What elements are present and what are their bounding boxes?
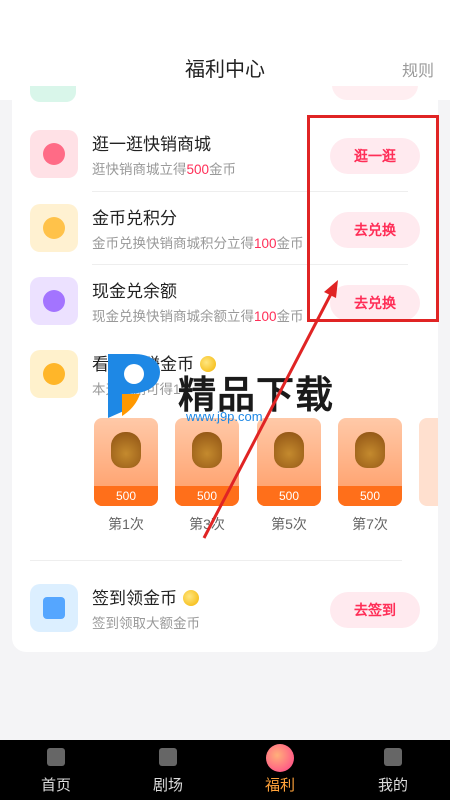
reward-amount: 500 [175,486,239,506]
coin-bag-card: 500 [338,418,402,506]
checkin-button[interactable]: 去签到 [330,592,420,628]
divider [30,560,402,561]
task-title: 逛一逛快销商城 [92,135,211,154]
profile-icon [384,748,402,766]
tab-theater[interactable]: 剧场 [128,740,208,800]
tab-label: 剧场 [152,777,183,794]
page-title: 福利中心 [185,59,265,81]
tab-welfare[interactable]: 福利 [240,740,320,800]
task-title: 签到领金币 [92,584,199,609]
coin-bag-card: 500 [257,418,321,506]
reward-milestones: 500 第1次 500 第3次 500 第5次 500 第7次 [94,418,438,538]
reward-amount: 500 [257,486,321,506]
rules-link[interactable]: 规则 [402,57,434,81]
tab-label: 福利 [264,777,295,794]
tab-label: 首页 [40,777,71,794]
cash-balance-icon [30,277,78,325]
coin-bag-card: 500 [94,418,158,506]
coin-bag-icon [111,432,141,468]
task-title: 金币兑积分 [92,209,177,228]
reward-label: 第7次 [352,516,388,532]
watermark-url: www.j9p.com [186,409,263,424]
coin-icon [183,590,199,606]
task-title: 现金兑余额 [92,282,177,301]
tab-profile[interactable]: 我的 [353,740,433,800]
home-icon [47,748,65,766]
bottom-tab-bar: 首页 剧场 福利 我的 [0,740,450,800]
coin-bag-card: 500 [175,418,239,506]
theater-icon [159,748,177,766]
reward-label: 第3次 [189,516,225,532]
tab-label: 我的 [377,777,408,794]
reward-milestone-1[interactable]: 500 第1次 [94,418,158,534]
calendar-icon [30,584,78,632]
reward-milestone-7[interactable]: 500 第7次 [338,418,402,534]
reward-label: 第1次 [108,516,144,532]
reward-amount: 500 [338,486,402,506]
partial-task-icon [30,86,76,102]
header-bar: 福利中心 规则 [0,0,450,100]
tab-home[interactable]: 首页 [16,740,96,800]
watermark-logo [108,354,160,418]
task-row-checkin: 签到领金币 签到领取大额金币 去签到 [12,570,438,642]
task-subtitle: 现金兑换快销商城余额立得100金币 [92,309,304,324]
reward-milestone-5[interactable]: 500 第5次 [257,418,321,534]
task-subtitle: 签到领取大额金币 [92,616,200,631]
coin-bag-icon [355,432,385,468]
reward-label: 第5次 [271,516,307,532]
reward-milestone-next-partial [419,418,438,506]
coin-bag-icon [274,432,304,468]
partially-visible-task-row [12,86,438,108]
welfare-icon [266,744,294,772]
coin-bag-icon [192,432,222,468]
reward-milestone-3[interactable]: 500 第3次 [175,418,239,534]
annotation-highlight-box [307,115,439,322]
watch-drama-coin-icon [30,350,78,398]
mall-bag-icon [30,130,78,178]
reward-amount: 500 [94,486,158,506]
task-subtitle: 逛快销商城立得500金币 [92,162,237,177]
coin-exchange-icon [30,204,78,252]
watermark: 精品下载 www.j9p.com [100,350,360,430]
task-subtitle: 金币兑换快销商城积分立得100金币 [92,236,304,251]
partial-task-button[interactable] [332,86,418,100]
